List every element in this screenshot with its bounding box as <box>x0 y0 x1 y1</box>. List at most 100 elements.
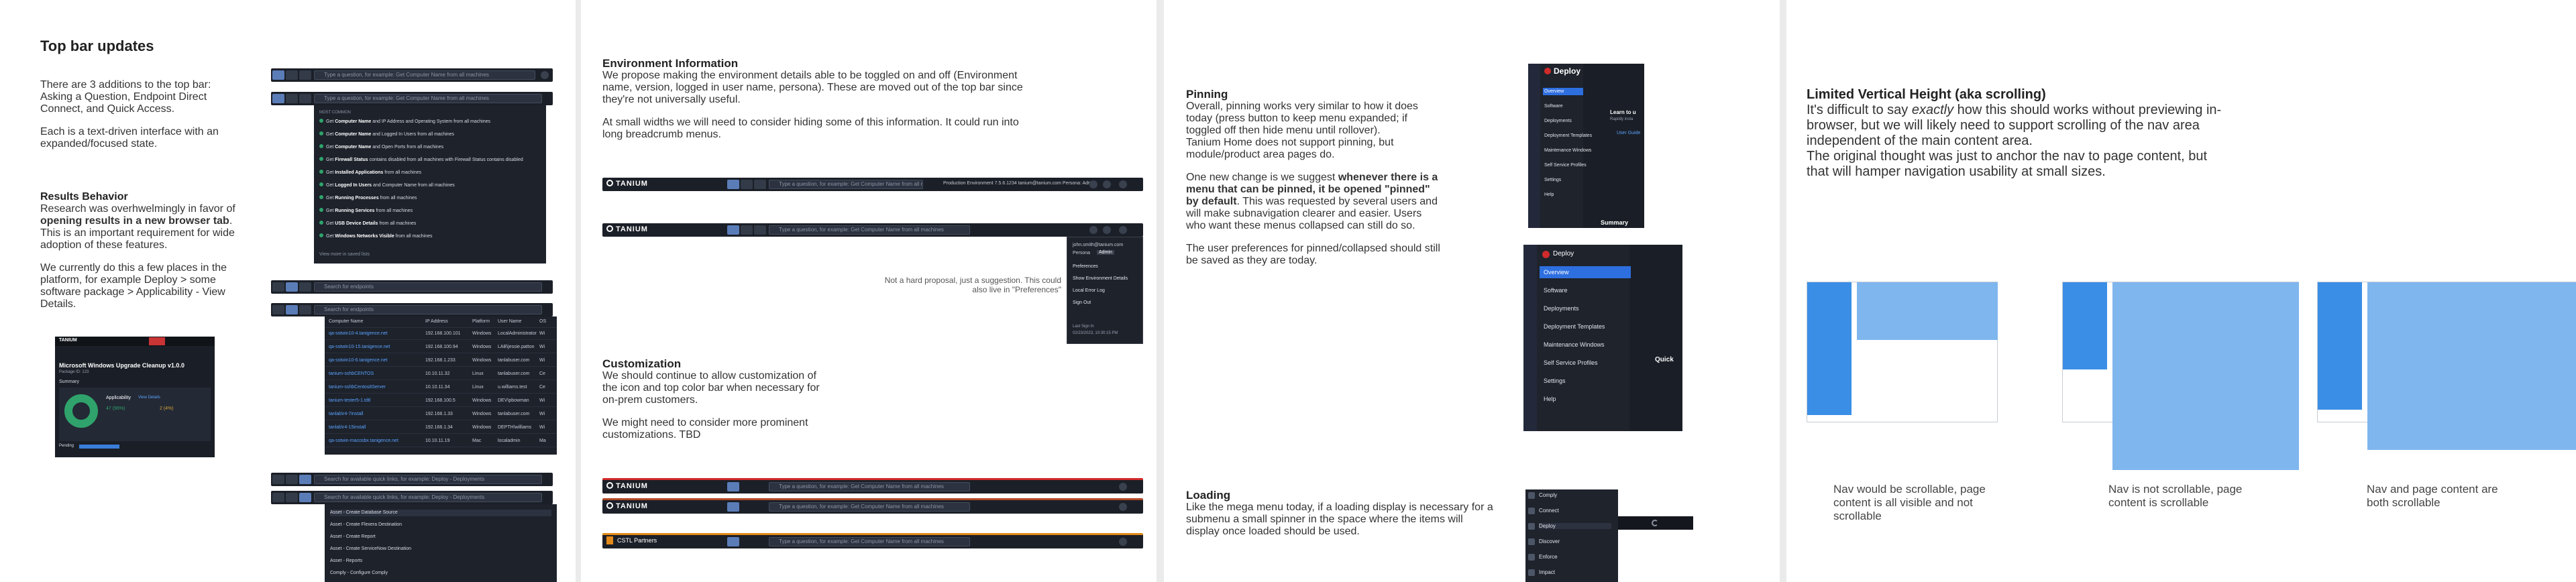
ask-question-button[interactable] <box>727 502 739 512</box>
nav-item[interactable]: Self Service Profiles <box>1543 162 1587 169</box>
user-avatar[interactable] <box>1119 503 1127 511</box>
user-guide-link[interactable]: User Guide <box>1617 131 1640 135</box>
question-item[interactable]: Get Running Processes from all machines <box>319 195 541 202</box>
question-item[interactable]: Get Computer Name and Open Ports from al… <box>319 144 541 151</box>
ask-question-button[interactable] <box>272 493 284 502</box>
quick-access-item[interactable]: Comply - Configure Comply <box>330 570 551 577</box>
question-item[interactable]: Get Computer Name and IP Address and Ope… <box>319 119 541 125</box>
table-row[interactable]: tanlab\r4-15install 192.168.1.34 Windows DE… <box>325 422 557 434</box>
question-search-input[interactable]: Type a question, for example: Get Comput… <box>314 94 542 103</box>
quick-access-button[interactable] <box>299 493 311 502</box>
endpoint-connect-button[interactable] <box>286 305 298 314</box>
table-row[interactable]: qa-sstwin-macosbx.tanigence.net 10.10.11.… <box>325 436 557 447</box>
table-row[interactable]: qa-sstwin10-6.tanigence.net 192.168.1.233… <box>325 355 557 367</box>
ask-question-button[interactable] <box>272 305 284 314</box>
user-avatar[interactable] <box>1119 226 1127 234</box>
quick-access-button[interactable] <box>299 70 311 80</box>
endpoint-search-input[interactable]: Search for endpoints <box>314 305 542 314</box>
loading-menu-item[interactable]: Discover <box>1539 538 1611 544</box>
user-avatar[interactable] <box>1119 538 1127 546</box>
question-item[interactable]: Get Computer Name and Logged In Users fr… <box>319 131 541 138</box>
table-cell[interactable]: qa-sstwin10-15.tanigence.net <box>329 342 390 353</box>
loading-menu-item[interactable]: Connect <box>1539 508 1611 514</box>
user-menu-item[interactable]: Local Error Log <box>1073 288 1105 293</box>
nav-item[interactable]: Maintenance Windows <box>1540 339 1631 351</box>
endpoint-connect-button[interactable] <box>741 225 753 235</box>
table-row[interactable]: tanium-tester5-1.tdtl 192.168.100.5 Window… <box>325 396 557 407</box>
table-cell[interactable]: qa-sstwin-macosbx.tanigence.net <box>329 436 398 447</box>
user-menu-item[interactable]: Sign Out <box>1073 300 1091 305</box>
user-menu-item[interactable]: Preferences <box>1073 264 1098 269</box>
ask-question-button[interactable] <box>272 475 284 484</box>
nav-item[interactable]: Deployment Templates <box>1540 321 1631 333</box>
loading-menu-item[interactable]: Deploy <box>1539 523 1611 529</box>
quick-access-button[interactable] <box>299 305 311 314</box>
question-search-input[interactable]: Type a question, for example: Get Comput… <box>769 502 970 512</box>
view-more-link[interactable]: View more in saved lists <box>319 251 541 258</box>
nav-item[interactable]: Overview <box>1543 88 1583 95</box>
table-cell[interactable]: tanlab\r4-7install <box>329 409 363 420</box>
quick-access-item[interactable]: Asset - Create Report <box>330 534 551 540</box>
ask-question-button[interactable] <box>727 180 739 189</box>
quick-access-button[interactable] <box>754 180 766 189</box>
question-item[interactable]: Get Windows Networks Visible from all ma… <box>319 233 541 240</box>
table-header-cell[interactable]: IP Address <box>425 316 448 327</box>
question-search-input[interactable]: Type a question, for example: Get Comput… <box>314 70 535 80</box>
question-item[interactable]: Get Logged In Users and Computer Name fr… <box>319 182 541 189</box>
table-header-cell[interactable]: OS <box>539 316 546 327</box>
loading-menu-item[interactable]: Impact <box>1539 569 1611 575</box>
quick-access-button[interactable] <box>754 225 766 235</box>
user-menu-item[interactable]: Show Environment Details <box>1073 276 1128 281</box>
ask-question-button[interactable] <box>727 225 739 235</box>
table-cell[interactable]: qa-sstwin10-4.tanigence.net <box>329 329 388 339</box>
nav-item[interactable]: Software <box>1543 103 1583 110</box>
table-header-cell[interactable]: User Name <box>498 316 521 327</box>
ask-question-button[interactable] <box>272 70 284 80</box>
quick-access-button[interactable] <box>299 94 311 103</box>
nav-item[interactable]: Software <box>1540 284 1631 296</box>
quick-access-item[interactable]: Asset - Create Flexera Destination <box>330 522 551 528</box>
user-avatar[interactable] <box>1119 180 1127 188</box>
quick-access-item[interactable]: Asset - Create Database Source <box>330 510 551 516</box>
nav-item[interactable]: Maintenance Windows <box>1543 147 1591 154</box>
settings-icon[interactable] <box>1103 180 1111 188</box>
table-cell[interactable]: tanium-tester5-1.tdtl <box>329 396 370 406</box>
nav-item[interactable]: Deployments <box>1540 302 1631 314</box>
table-row[interactable]: qa-sstwin10-4.tanigence.net 192.168.100.1… <box>325 329 557 340</box>
ask-question-button[interactable] <box>272 282 284 292</box>
quick-access-item[interactable]: Asset - Create ServiceNow Destination <box>330 546 551 552</box>
help-icon[interactable] <box>1089 180 1097 188</box>
nav-item[interactable]: Self Service Profiles <box>1540 357 1631 369</box>
table-row[interactable]: qa-sstwin10-15.tanigence.net 192.168.100.… <box>325 342 557 353</box>
question-search-input[interactable]: Type a question, for example: Get Comput… <box>769 482 970 491</box>
user-avatar[interactable] <box>541 71 549 79</box>
question-search-input[interactable]: Type a question, for example: Get Comput… <box>769 180 923 189</box>
nav-item[interactable]: Help <box>1543 191 1583 198</box>
loading-menu-item[interactable]: Comply <box>1539 492 1611 498</box>
question-item[interactable]: Get USB Device Details from all machines <box>319 221 541 227</box>
ask-question-button[interactable] <box>727 482 739 491</box>
quick-access-input[interactable]: Search for available quick links, for ex… <box>314 475 542 484</box>
nav-item[interactable]: Deployment Templates <box>1543 132 1592 139</box>
endpoint-connect-button[interactable] <box>286 94 298 103</box>
ask-question-button[interactable] <box>272 94 284 103</box>
endpoint-connect-button[interactable] <box>286 493 298 502</box>
view-details-link[interactable]: View Details <box>138 396 160 400</box>
table-cell[interactable]: qa-sstwin10-6.tanigence.net <box>329 355 388 366</box>
quick-access-input[interactable]: Search for available quick links, for ex… <box>314 493 542 502</box>
endpoint-connect-button[interactable] <box>286 70 298 80</box>
table-cell[interactable]: tanlab\r4-15install <box>329 422 366 433</box>
table-header-cell[interactable]: Computer Name <box>329 316 363 327</box>
table-cell[interactable]: tanium-sshbCENTOS <box>329 369 374 380</box>
question-item[interactable]: Get Running Services from all machines <box>319 208 541 215</box>
endpoint-connect-button[interactable] <box>741 180 753 189</box>
quick-access-button[interactable] <box>299 282 311 292</box>
persona-select[interactable]: Admin <box>1097 250 1114 255</box>
question-item[interactable]: Get Firewall Status contains disabled fr… <box>319 157 541 164</box>
quick-access-button[interactable] <box>299 475 311 484</box>
nav-item[interactable]: Settings <box>1540 375 1631 387</box>
table-row[interactable]: tanium-sshbCENTOS 10.10.11.32 Linux tanlabu… <box>325 369 557 380</box>
loading-menu-item[interactable]: Enforce <box>1539 554 1611 560</box>
quick-access-item[interactable]: Asset - Reports <box>330 558 551 565</box>
question-search-input[interactable]: Type a question, for example: Get Comput… <box>769 225 970 235</box>
